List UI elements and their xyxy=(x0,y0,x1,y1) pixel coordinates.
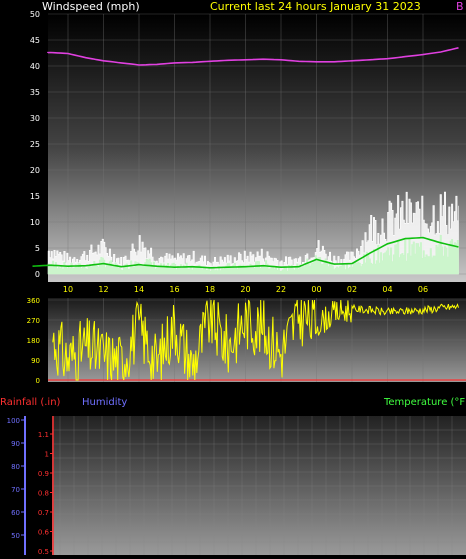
weather-chart-stage: Windspeed (mph) Current last 24 hours Ja… xyxy=(0,0,466,556)
wind-y-tick: 30 xyxy=(30,114,40,123)
rain-tick: 0.7 xyxy=(38,509,49,517)
wind-x-tick: 00 xyxy=(311,285,321,294)
wind-y-tick: 25 xyxy=(30,140,40,149)
wind-x-tick: 14 xyxy=(134,285,144,294)
humidity-tick: 80 xyxy=(11,463,20,471)
humidity-tick: 100 xyxy=(7,417,20,425)
humidity-label: Humidity xyxy=(82,397,127,408)
direction-y-tick-labels: 0 90 180 270 360 xyxy=(27,297,40,385)
rain-tick: 0.5 xyxy=(38,548,49,555)
wind-y-tick: 20 xyxy=(30,166,40,175)
humidity-rain-axes: 50 60 70 80 90 100 0.5 0.6 0.7 0.8 0.9 1 1.1 xyxy=(7,416,54,556)
direction-y-tick: 180 xyxy=(27,337,40,345)
wind-x-tick: 16 xyxy=(169,285,179,294)
temperature-label: Temperature (°F) xyxy=(383,397,466,408)
direction-y-tick: 360 xyxy=(27,297,40,305)
wind-y-tick: 15 xyxy=(30,192,40,201)
humidity-tick: 50 xyxy=(11,532,20,540)
wind-y-tick: 0 xyxy=(35,270,40,279)
wind-x-tick: 10 xyxy=(63,285,73,294)
wind-y-tick-labels: 0 5 10 15 20 25 30 35 40 45 50 xyxy=(30,10,40,279)
wind-y-tick: 10 xyxy=(30,218,40,227)
wind-y-tick: 50 xyxy=(30,10,40,19)
humidity-tick: 70 xyxy=(11,486,20,494)
direction-y-tick: 270 xyxy=(27,317,40,325)
weather-charts: Windspeed (mph) Current last 24 hours Ja… xyxy=(0,0,466,556)
direction-y-tick: 0 xyxy=(36,377,40,385)
wind-x-tick: 04 xyxy=(382,285,392,294)
wind-x-tick: 22 xyxy=(276,285,286,294)
wind-y-tick: 5 xyxy=(35,244,40,253)
wind-y-tick: 45 xyxy=(30,36,40,45)
rain-tick: 0.8 xyxy=(38,490,49,498)
humidity-tick: 90 xyxy=(11,440,20,448)
temperature-plot-area xyxy=(52,416,466,555)
wind-y-tick: 35 xyxy=(30,88,40,97)
x-axis-strip xyxy=(48,282,466,294)
wind-x-tick: 12 xyxy=(98,285,108,294)
rain-tick: 0.6 xyxy=(38,529,50,537)
wind-x-tick: 06 xyxy=(418,285,428,294)
rain-tick: 1 xyxy=(45,451,49,459)
direction-y-tick: 90 xyxy=(31,357,40,365)
rain-label: Rainfall (.in) xyxy=(0,397,61,408)
wind-ylabel: Windspeed (mph) xyxy=(42,0,140,13)
wind-x-tick: 20 xyxy=(240,285,250,294)
chart-title: Current last 24 hours January 31 2023 xyxy=(210,0,421,13)
wind-x-tick: 02 xyxy=(347,285,357,294)
rain-tick: 0.9 xyxy=(38,470,49,478)
barometer-marker: B xyxy=(456,0,464,13)
wind-y-tick: 40 xyxy=(30,62,40,71)
rain-tick: 1.1 xyxy=(38,431,49,439)
humidity-tick: 60 xyxy=(11,509,20,517)
wind-x-tick: 18 xyxy=(205,285,215,294)
